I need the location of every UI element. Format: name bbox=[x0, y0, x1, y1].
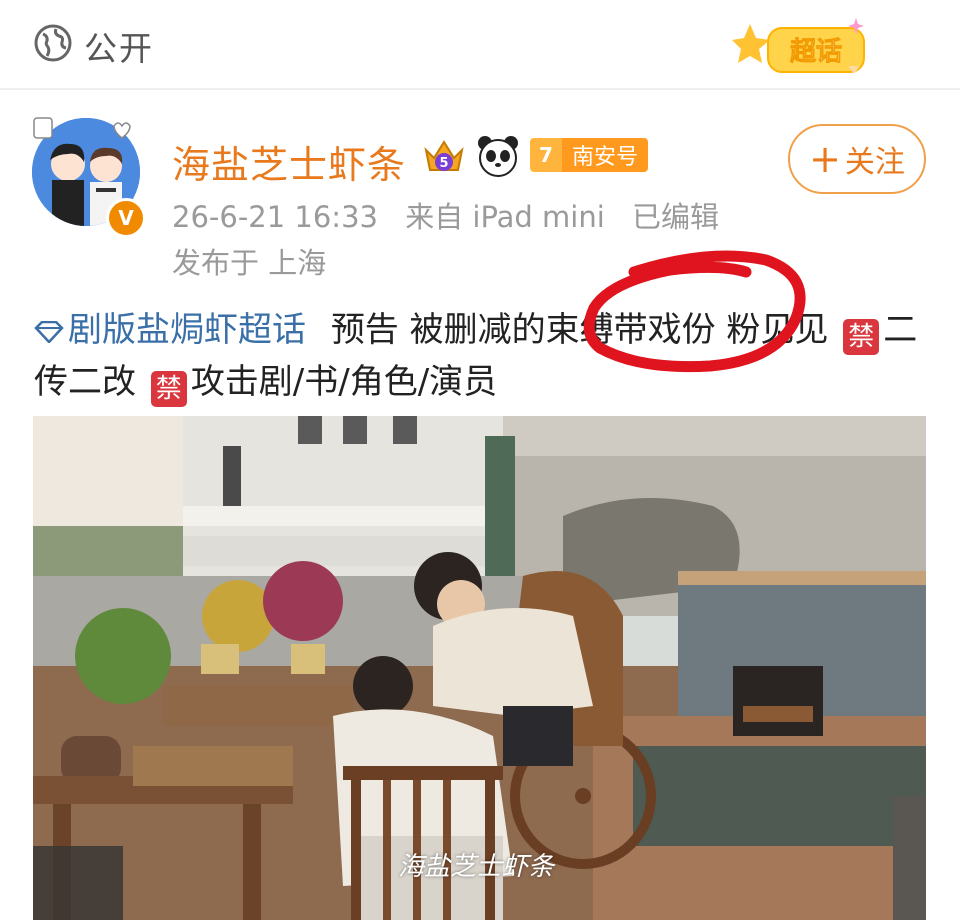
post-edited[interactable]: 已编辑 bbox=[632, 200, 719, 234]
diamond-icon bbox=[34, 321, 64, 343]
ban-badge: 禁 bbox=[843, 319, 880, 355]
post-image[interactable] bbox=[33, 416, 926, 920]
username[interactable]: 海盐芝士虾条 bbox=[172, 134, 406, 189]
top-bar: 公开 超话 bbox=[0, 0, 960, 88]
crown-level-icon[interactable]: 5 bbox=[420, 136, 468, 176]
visibility-label[interactable]: 公开 bbox=[84, 22, 154, 70]
topic-link[interactable]: 剧版盐焗虾超话 bbox=[34, 310, 306, 350]
post-timestamp: 26-6-21 16:33 bbox=[172, 200, 378, 234]
panda-icon[interactable] bbox=[476, 134, 520, 178]
follow-label: 关注 bbox=[844, 145, 905, 180]
topic-label: 剧版盐焗虾超话 bbox=[68, 310, 306, 350]
post-text: 剧版盐焗虾超话 预告 被删减的束缚带戏份 粉见见 禁二传二改 禁攻击剧/书/角色… bbox=[34, 304, 934, 408]
post-text-rule2: 攻击剧/书/角色/演员 bbox=[190, 362, 498, 402]
supertopic-label: 超话 bbox=[790, 37, 842, 67]
ban-badge: 禁 bbox=[150, 371, 187, 407]
post-source[interactable]: 来自 iPad mini bbox=[405, 200, 605, 234]
supertopic-badge[interactable]: 超话 bbox=[730, 16, 880, 80]
account-tag-level: 7 bbox=[530, 138, 562, 172]
follow-button[interactable]: + 关注 bbox=[788, 124, 926, 194]
divider bbox=[0, 88, 960, 90]
plus-icon: + bbox=[809, 137, 841, 181]
account-tag-name: 南安号 bbox=[562, 138, 649, 172]
globe-icon bbox=[34, 24, 72, 62]
post-meta: 26-6-21 16:33 来自 iPad mini 已编辑 bbox=[172, 194, 737, 236]
account-tag[interactable]: 7 南安号 bbox=[530, 138, 649, 172]
image-watermark: 海盐芝士虾条 bbox=[398, 852, 555, 882]
verified-badge: V bbox=[106, 198, 146, 238]
post-text-main: 预告 被删减的束缚带戏份 粉见见 bbox=[330, 310, 829, 350]
post-location: 发布于 上海 bbox=[172, 246, 327, 280]
crown-level: 5 bbox=[439, 156, 448, 171]
